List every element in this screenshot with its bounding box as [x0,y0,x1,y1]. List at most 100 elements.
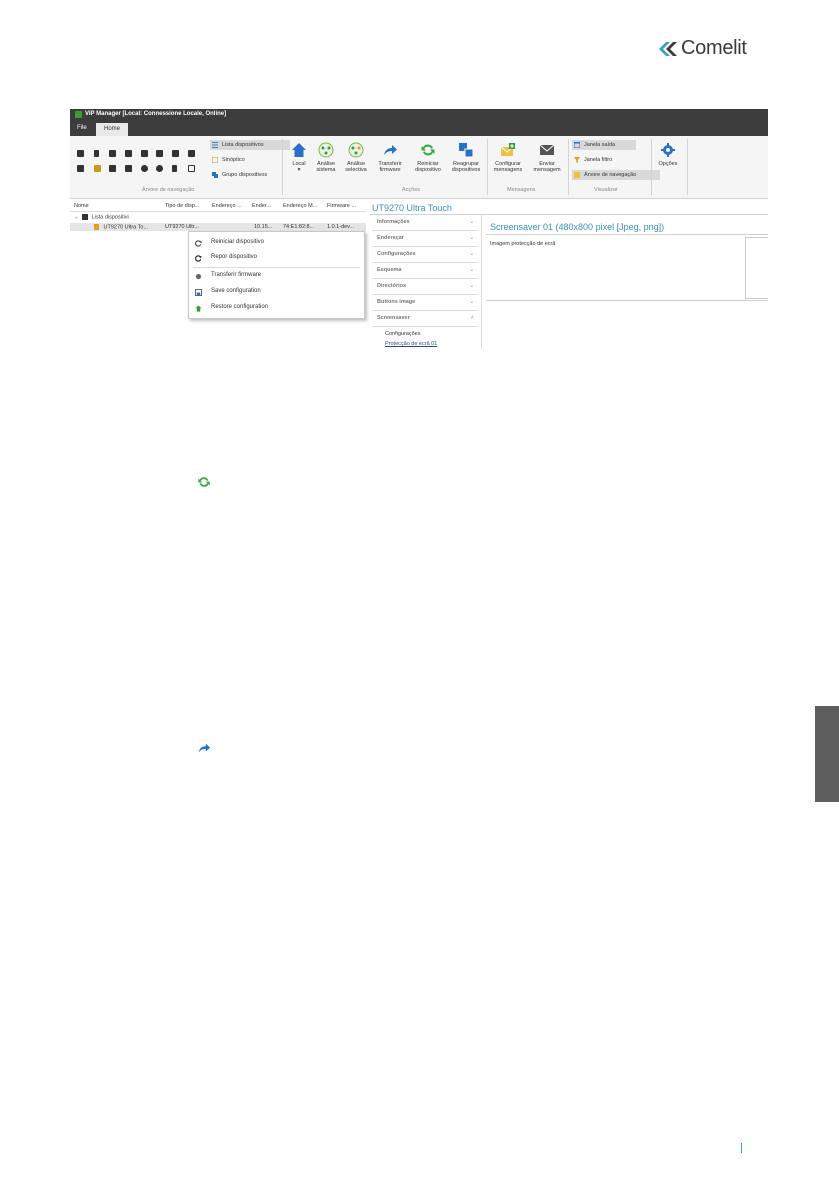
users-icon[interactable] [172,150,179,157]
group-icon [212,172,218,178]
regroup-devices-button[interactable]: Reagrupar dispositivos [449,142,483,173]
section-esquema[interactable]: Esquema ⌄ [372,263,478,279]
column-device-type[interactable]: Tipo de disp... [165,203,199,209]
nav-item-label: Grupo dispositivos [222,172,268,178]
menu-item-reset-device[interactable]: Repor dispositivo [189,251,364,265]
title-bar: ViP Manager [Local: Connessione Locale, … [70,109,768,121]
menu-item-label: Restore configuration [211,304,269,310]
view-output-window[interactable]: Janela saída [572,140,636,150]
tool-icon[interactable] [94,165,101,172]
menu-file[interactable]: File [77,125,87,131]
section-buttons-image[interactable]: Buttons image ⌄ [372,295,478,311]
view-item-label: Janela filtro [584,157,613,163]
menu-item-save-configuration[interactable]: Save configuration [189,285,364,299]
section-label: Endereçar [377,235,404,241]
app-icon [75,111,82,118]
chevron-down-icon: ⌄ [469,251,474,257]
group-separator [687,139,688,195]
tab-home[interactable]: Home [96,123,128,136]
restart-device-button[interactable]: Reiniciar dispositivo [411,142,445,173]
chevron-up-icon: ˄ [470,315,474,321]
device-icon[interactable] [109,150,116,157]
column-mac[interactable]: Endereço M... [283,203,317,209]
view-item-label: Árvore de navegação [584,172,637,178]
list-icon [212,142,218,148]
regroup-devices-sub: dispositivos [451,167,481,173]
device-icon[interactable] [141,150,148,157]
selective-analysis-sub: selectiva [345,167,367,173]
device-icon[interactable] [141,165,148,172]
content-title: Screensaver 01 (480x800 pixel [Jpeg, png… [490,222,665,232]
reset-icon [195,255,202,262]
column-firmware[interactable]: Firmware ... [327,203,356,209]
regroup-icon [459,143,474,158]
menu-item-label: Save configuration [211,288,261,294]
device-icon[interactable] [77,165,84,172]
send-message-sub: mensagem [533,167,561,173]
nav-item-device-group[interactable]: Grupo dispositivos [210,170,267,180]
filter-icon [574,157,580,163]
device-icon[interactable] [156,165,163,172]
device-icon[interactable] [172,165,177,172]
vip-manager-screenshot: ViP Manager [Local: Connessione Locale, … [70,109,768,349]
device-firmware-cell: 1.0.1-dev... [327,224,355,230]
system-analysis-button[interactable]: Análise sistema [309,142,343,173]
menu-item-restore-configuration[interactable]: Restore configuration [189,301,364,315]
column-name[interactable]: Nome [74,203,89,209]
window-icon [574,142,580,148]
section-configuracoes[interactable]: Configurações ⌄ [372,247,478,263]
user-icon[interactable] [188,150,195,157]
view-navigation-tree[interactable]: Árvore de navegação [572,170,660,180]
device-icon[interactable] [125,165,132,172]
tree-root[interactable]: ⌄ Lista dispositivi [74,214,129,220]
image-preview-box[interactable] [745,237,768,299]
device-mac-cell: 74:E1:82:8... [283,224,315,230]
device-icon[interactable] [156,150,163,157]
nav-item-label: Lista dispositivos [222,142,264,148]
wand-icon[interactable] [109,165,116,172]
save-config-icon [195,289,202,296]
ribbon: Lista dispositivos Sinóptico Grupo dispo… [70,136,768,199]
transfer-firmware-button[interactable]: Transferir firmware [373,142,407,173]
column-ip[interactable]: Ender... [252,203,271,209]
column-address[interactable]: Endereço ... [212,203,242,209]
section-informacoes[interactable]: Informações ⌄ [372,215,478,231]
section-label: Screensaver [377,315,410,321]
transfer-firmware-sub: firmware [379,167,401,173]
section-label: Esquema [377,267,402,273]
screensaver-01-link[interactable]: Protecção de ecrã 01 [385,341,437,347]
menu-item-restart-device[interactable]: Reiniciar dispositivo [189,236,364,250]
menu-item-transfer-firmware[interactable]: Transferir firmware [189,269,364,283]
comelit-logo-icon [659,42,677,56]
device-icon[interactable] [188,165,195,172]
selective-analysis-button[interactable]: Análise selectiva [339,142,373,173]
nav-item-device-list[interactable]: Lista dispositivos [210,140,290,150]
forward-arrow-icon [198,743,211,753]
view-filter-window[interactable]: Janela filtro [572,155,612,165]
house-icon[interactable] [125,150,132,157]
section-screensaver[interactable]: Screensaver ˄ [372,311,478,327]
system-analysis-sub: sistema [316,167,336,173]
page-marker [741,1143,742,1153]
chevron-down-icon[interactable]: ⌄ [74,214,79,220]
device-name: UT9270 Ultra To... [103,224,149,231]
screensaver-settings-link[interactable]: Configurações [385,331,420,337]
section-enderecar[interactable]: Endereçar ⌄ [372,231,478,247]
send-message-button[interactable]: Enviar mensagem [530,142,564,173]
synoptic-icon [212,157,218,163]
menu-bar: File Home [70,121,768,136]
section-directorios[interactable]: Directórios ⌄ [372,279,478,295]
refresh-icon [195,240,202,247]
menu-item-label: Repor dispositivo [211,254,258,260]
device-row[interactable]: UT9270 Ultra To... [94,224,148,230]
configure-messages-sub: mensagens [493,167,523,173]
window-title: ViP Manager [Local: Connessione Locale, … [85,111,227,117]
nav-item-synoptic[interactable]: Sinóptico [210,155,245,165]
configure-messages-button[interactable]: Configurar mensagens [491,142,525,173]
device-icon[interactable] [77,150,84,157]
device-icon[interactable] [94,150,99,157]
chevron-down-icon: ⌄ [469,283,474,289]
forward-arrow-icon [384,145,397,155]
refresh-icon [421,144,435,156]
options-button[interactable]: Opções [651,142,685,167]
